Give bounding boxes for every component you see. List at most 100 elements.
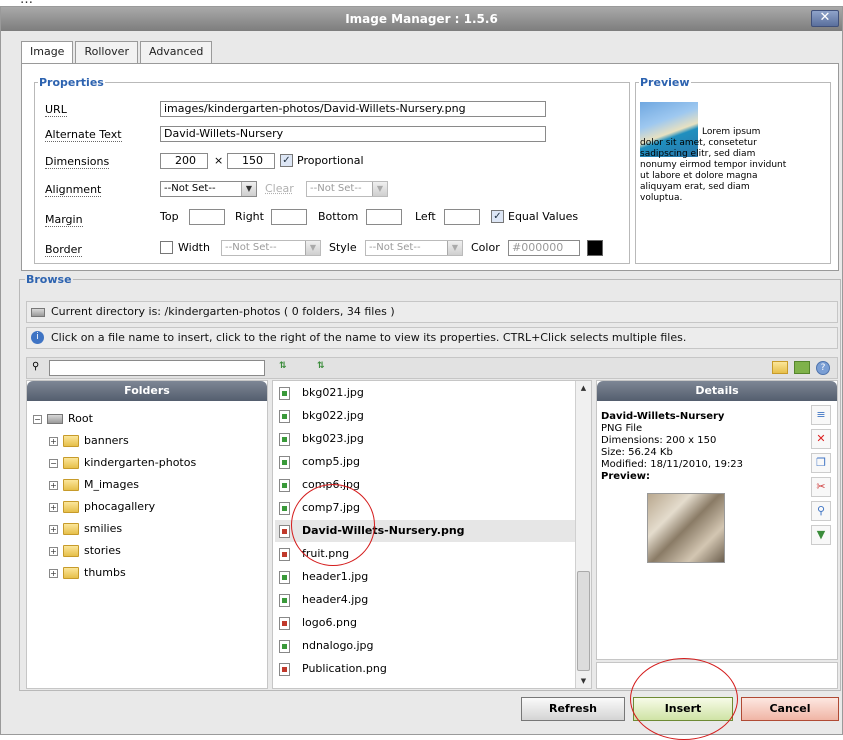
scroll-up-icon[interactable]: ▲ [576, 381, 591, 395]
preview-line: ut labore et dolore magna [640, 171, 758, 181]
border-color-input[interactable]: #000000 [508, 240, 580, 256]
help-icon[interactable]: ? [816, 361, 830, 375]
download-icon[interactable]: ▼ [811, 525, 831, 545]
alt-text-input[interactable]: David-Willets-Nursery [160, 126, 546, 142]
folder-label: smilies [84, 522, 123, 535]
sort-name-icon[interactable]: ⇅ [279, 361, 287, 371]
details-info: David-Willets-Nursery PNG File Dimension… [601, 411, 743, 483]
files-scrollbar[interactable]: ▲ ▼ [575, 381, 591, 688]
close-button[interactable]: ✕ [811, 10, 839, 27]
tree-root[interactable]: − Root [33, 411, 93, 427]
collapse-icon[interactable]: − [49, 458, 58, 468]
margin-bottom-input[interactable] [366, 209, 402, 225]
image-file-icon [279, 432, 290, 446]
folder-label: kindergarten-photos [84, 456, 197, 469]
folder-label: thumbs [84, 566, 126, 579]
border-style-value: --Not Set-- [369, 242, 421, 253]
margin-left-input[interactable] [444, 209, 480, 225]
folder-icon [63, 435, 79, 447]
folder-banners[interactable]: + banners [49, 433, 129, 449]
color-picker-swatch[interactable] [587, 240, 603, 256]
file-name: bkg023.jpg [302, 432, 364, 445]
border-style-select[interactable]: --Not Set-- ▼ [365, 240, 463, 256]
zoom-icon[interactable]: ⚲ [811, 501, 831, 521]
new-folder-icon[interactable] [772, 361, 788, 374]
expand-icon[interactable]: + [49, 436, 58, 446]
folder-kindergarten-photos[interactable]: − kindergarten-photos [49, 455, 196, 471]
file-name: logo6.png [302, 616, 357, 629]
file-row[interactable]: comp5.jpg [275, 451, 575, 473]
upload-icon[interactable] [794, 361, 810, 374]
border-label: Border [45, 243, 82, 257]
file-row[interactable]: Publication.png [275, 658, 575, 680]
cancel-button[interactable]: Cancel [741, 697, 839, 721]
folder-phocagallery[interactable]: + phocagallery [49, 499, 155, 515]
refresh-button[interactable]: Refresh [521, 697, 625, 721]
scroll-thumb[interactable] [577, 571, 590, 671]
delete-icon[interactable]: ✕ [811, 429, 831, 449]
url-input[interactable]: images/kindergarten-photos/David-Willets… [160, 101, 546, 117]
sort-type-icon[interactable]: ⇅ [317, 361, 325, 371]
margin-bottom-label: Bottom [318, 210, 359, 223]
file-row[interactable]: bkg022.jpg [275, 405, 575, 427]
image-file-icon [279, 501, 290, 515]
clear-select[interactable]: --Not Set-- ▼ [306, 181, 388, 197]
image-file-icon [279, 478, 290, 492]
details-toolbar: ≡ ✕ ❐ ✂ ⚲ ▼ [811, 405, 833, 565]
annotation-circle-insert [630, 658, 738, 740]
insert-icon[interactable]: ≡ [811, 405, 831, 425]
expand-icon[interactable]: + [49, 568, 58, 578]
scroll-down-icon[interactable]: ▼ [576, 674, 591, 688]
expand-icon[interactable]: + [49, 480, 58, 490]
margin-top-input[interactable] [189, 209, 225, 225]
file-row[interactable]: bkg023.jpg [275, 428, 575, 450]
file-name: header1.jpg [302, 570, 369, 583]
expand-icon[interactable]: + [49, 546, 58, 556]
file-row[interactable]: header1.jpg [275, 566, 575, 588]
border-color-label: Color [471, 241, 500, 254]
expand-icon[interactable]: + [49, 502, 58, 512]
folder-icon [63, 457, 79, 469]
properties-legend: Properties [39, 76, 104, 89]
folders-header: Folders [27, 381, 267, 401]
border-width-select[interactable]: --Not Set-- ▼ [221, 240, 321, 256]
collapse-icon[interactable]: − [33, 414, 42, 424]
file-row[interactable]: header4.jpg [275, 589, 575, 611]
border-width-value: --Not Set-- [225, 242, 277, 253]
file-row[interactable]: logo6.png [275, 612, 575, 634]
preview-text: Lorem ipsum dolor sit amet, consetetur s… [640, 127, 826, 204]
search-input[interactable] [49, 360, 265, 376]
image-file-icon [279, 455, 290, 469]
browse-toolbar: ⚲ ⇅ ⇅ ? [26, 357, 838, 379]
folder-stories[interactable]: + stories [49, 543, 121, 559]
tab-image[interactable]: Image [21, 41, 74, 64]
file-name: Publication.png [302, 662, 387, 675]
file-name: header4.jpg [302, 593, 369, 606]
current-directory-bar: Current directory is: /kindergarten-phot… [26, 301, 838, 323]
border-checkbox[interactable] [160, 241, 173, 254]
margin-right-input[interactable] [271, 209, 307, 225]
file-row[interactable]: ndnalogo.jpg [275, 635, 575, 657]
folder-smilies[interactable]: + smilies [49, 521, 122, 537]
chevron-down-icon: ▼ [241, 182, 256, 196]
file-row[interactable]: bkg021.jpg [275, 382, 575, 404]
tab-rollover[interactable]: Rollover [75, 41, 138, 63]
tab-advanced[interactable]: Advanced [139, 41, 213, 63]
alignment-select[interactable]: --Not Set-- ▼ [160, 181, 257, 197]
proportional-label: Proportional [297, 154, 364, 167]
folder-thumbs[interactable]: + thumbs [49, 565, 126, 581]
height-input[interactable]: 150 [227, 153, 275, 169]
proportional-checkbox[interactable]: ✓ [280, 154, 293, 167]
copy-icon[interactable]: ❐ [811, 453, 831, 473]
file-name: comp5.jpg [302, 455, 360, 468]
url-label: URL [45, 103, 67, 117]
folder-m-images[interactable]: + M_images [49, 477, 139, 493]
alignment-label: Alignment [45, 183, 102, 197]
expand-icon[interactable]: + [49, 524, 58, 534]
image-file-icon [279, 547, 290, 561]
details-header: Details [597, 381, 837, 401]
equal-values-checkbox[interactable]: ✓ [491, 210, 504, 223]
width-input[interactable]: 200 [160, 153, 208, 169]
image-file-icon [279, 386, 290, 400]
cut-icon[interactable]: ✂ [811, 477, 831, 497]
